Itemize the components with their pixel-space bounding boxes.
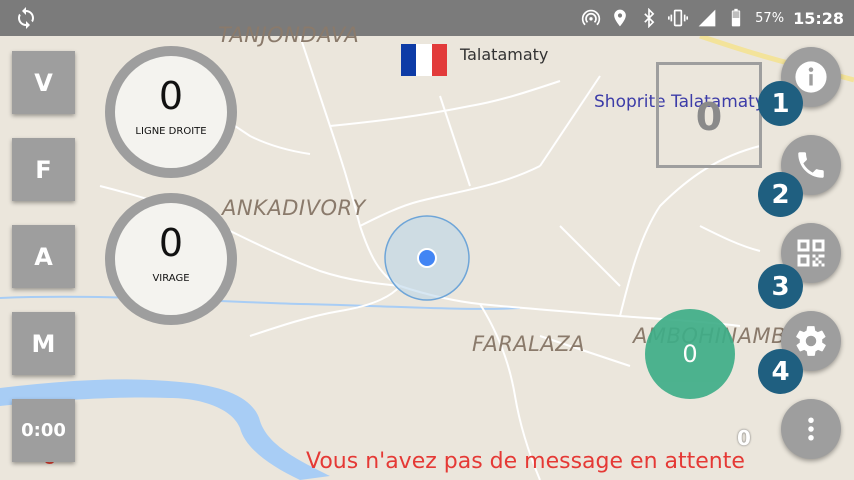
bluetooth-icon (644, 8, 655, 28)
info-icon (795, 61, 827, 93)
location-icon (614, 9, 626, 27)
message-status-text: Vous n'avez pas de message en attente (306, 449, 745, 474)
sync-icon (18, 7, 34, 29)
frame-counter-value: 0 (695, 95, 723, 139)
status-bar: 57% 15:28 (0, 0, 854, 36)
gear-icon (796, 326, 826, 356)
more-vertical-icon (808, 417, 814, 441)
straight-line-value: 0 (158, 74, 184, 118)
step-badge-4: 4 (758, 349, 803, 394)
timer-button[interactable]: 0:00 (12, 399, 75, 462)
france-flag-icon (401, 44, 447, 76)
map-label-tanjondava: TANJONDAVA (218, 23, 360, 47)
mode-v-button[interactable]: V (12, 51, 75, 114)
map-label-faralaza: FARALAZA (472, 332, 585, 356)
map-label-talatamaty: Talatamaty (460, 45, 549, 64)
phone-icon (798, 152, 824, 178)
step-badge-2: 2 (758, 172, 803, 217)
vibrate-icon (668, 9, 689, 27)
signal-icon (698, 9, 716, 27)
turn-gauge: 0 VIRAGE (105, 193, 237, 325)
turn-label: VIRAGE (152, 273, 190, 284)
qr-code-icon (797, 239, 825, 267)
turn-value: 0 (158, 221, 184, 265)
hotspot-icon (582, 9, 601, 26)
mode-a-button[interactable]: A (12, 225, 75, 288)
small-counter: 0 (737, 426, 751, 450)
map-label-ankadivory: ANKADIVORY (222, 196, 366, 220)
battery-percent: 57% (755, 10, 785, 26)
step-badge-1: 1 (758, 81, 803, 126)
frame-counter: 0 (656, 62, 762, 168)
clock: 15:28 (793, 8, 844, 28)
straight-line-label: LIGNE DROITE (135, 126, 207, 137)
more-options-button[interactable] (781, 399, 841, 459)
battery-icon (731, 8, 741, 27)
mode-m-button[interactable]: M (12, 312, 75, 375)
mode-f-button[interactable]: F (12, 138, 75, 201)
step-badge-3: 3 (758, 264, 803, 309)
green-counter[interactable]: 0 (645, 309, 735, 399)
current-location-dot (417, 248, 437, 268)
straight-line-gauge: 0 LIGNE DROITE (105, 46, 237, 178)
